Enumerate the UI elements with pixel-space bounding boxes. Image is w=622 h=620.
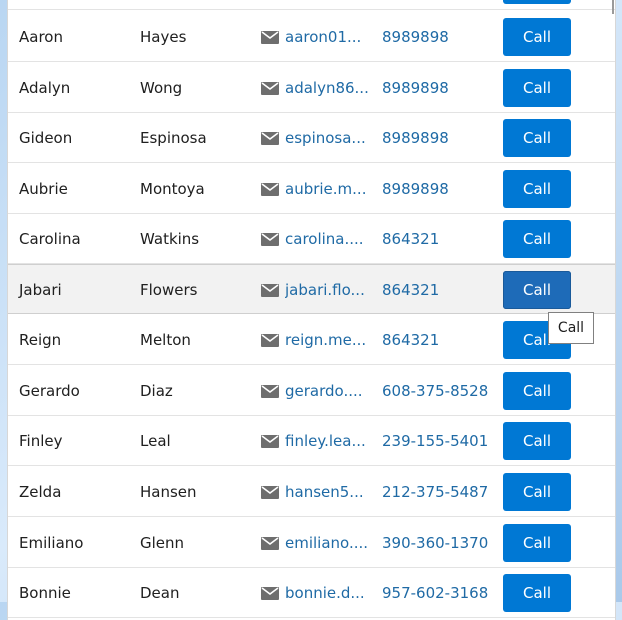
email-link[interactable]: aaron01... [285, 12, 373, 62]
phone-link[interactable]: 8989898 [382, 12, 497, 62]
email-link[interactable]: aubrie.m... [285, 164, 373, 214]
envelope-icon [261, 233, 279, 246]
phone-link[interactable]: 957-602-3168 [382, 568, 497, 618]
envelope-icon [261, 435, 279, 448]
first-name: Jabari [19, 281, 62, 299]
first-name: Reign [19, 331, 62, 349]
call-button[interactable]: Call [503, 0, 571, 4]
call-button[interactable]: Call [503, 119, 571, 157]
envelope-icon [261, 31, 279, 44]
table-row[interactable]: Gideon Espinosa espinosa... 8989898 Call [8, 113, 615, 163]
phone-link[interactable]: 864321 [382, 315, 497, 365]
last-name: Montoya [140, 180, 205, 198]
last-name: Espinosa [140, 129, 207, 147]
envelope-icon [261, 334, 279, 347]
first-name: Carolina [19, 230, 81, 248]
table-row[interactable]: Reign Melton reign.me... 864321 Call [8, 315, 615, 365]
last-name: Melton [140, 331, 191, 349]
call-button[interactable]: Call [503, 422, 571, 460]
call-tooltip: Call [548, 312, 594, 344]
last-name: Flowers [140, 281, 198, 299]
phone-link[interactable]: 608-375-8528 [382, 366, 497, 416]
phone-link[interactable]: 8989898 [382, 63, 497, 113]
first-name: Aubrie [19, 180, 68, 198]
table-row[interactable]: Call [8, 0, 615, 10]
last-name: Dean [140, 584, 180, 602]
table-row[interactable]: Adalyn Wong adalyn86... 8989898 Call [8, 63, 615, 113]
first-name: Aaron [19, 28, 63, 46]
envelope-icon [261, 385, 279, 398]
envelope-icon [261, 132, 279, 145]
last-name: Watkins [140, 230, 200, 248]
email-link[interactable]: adalyn86... [285, 63, 373, 113]
last-name: Glenn [140, 534, 185, 552]
table-row[interactable]: Zelda Hansen hansen5... 212-375-5487 Cal… [8, 467, 615, 517]
last-name: Hayes [140, 28, 187, 46]
table-row[interactable]: Aubrie Montoya aubrie.m... 8989898 Call [8, 164, 615, 214]
email-link[interactable]: reign.me... [285, 315, 373, 365]
email-link[interactable]: gerardo.... [285, 366, 373, 416]
table-row[interactable]: Bonnie Dean bonnie.d... 957-602-3168 Cal… [8, 568, 615, 618]
call-button[interactable]: Call [503, 220, 571, 258]
call-button[interactable]: Call [503, 574, 571, 612]
email-link[interactable]: hansen5... [285, 467, 373, 517]
call-button[interactable]: Call [503, 473, 571, 511]
scrollbar-thumb[interactable] [612, 0, 614, 14]
phone-link[interactable]: 239-155-5401 [382, 416, 497, 466]
table-row[interactable]: Aaron Hayes aaron01... 8989898 Call [8, 12, 615, 62]
first-name: Gerardo [19, 382, 80, 400]
phone-link[interactable]: 390-360-1370 [382, 518, 497, 568]
first-name: Gideon [19, 129, 73, 147]
phone-link[interactable]: 212-375-5487 [382, 467, 497, 517]
last-name: Wong [140, 79, 183, 97]
phone-link[interactable]: 8989898 [382, 113, 497, 163]
table-row[interactable]: Gerardo Diaz gerardo.... 608-375-8528 Ca… [8, 366, 615, 416]
phone-link[interactable]: 864321 [382, 214, 497, 264]
envelope-icon [261, 486, 279, 499]
table-row[interactable]: Emiliano Glenn emiliano.... 390-360-1370… [8, 518, 615, 568]
first-name: Zelda [19, 483, 62, 501]
first-name: Adalyn [19, 79, 71, 97]
email-link[interactable]: finley.lea... [285, 416, 373, 466]
envelope-icon [261, 82, 279, 95]
call-button[interactable]: Call [503, 18, 571, 56]
last-name: Leal [140, 432, 171, 450]
envelope-icon [261, 183, 279, 196]
contacts-list: Call Aaron Hayes aaron01... 8989898 Call… [7, 0, 616, 620]
first-name: Bonnie [19, 584, 71, 602]
envelope-icon [261, 537, 279, 550]
first-name: Finley [19, 432, 63, 450]
last-name: Hansen [140, 483, 197, 501]
call-button[interactable]: Call [503, 271, 571, 309]
envelope-icon [261, 587, 279, 600]
call-button[interactable]: Call [503, 69, 571, 107]
last-name: Diaz [140, 382, 173, 400]
email-link[interactable]: carolina.... [285, 214, 373, 264]
call-button[interactable]: Call [503, 170, 571, 208]
call-button[interactable]: Call [503, 372, 571, 410]
call-button[interactable]: Call [503, 524, 571, 562]
email-link[interactable]: emiliano.... [285, 518, 373, 568]
envelope-icon [261, 284, 279, 297]
email-link[interactable]: jabari.flo... [285, 265, 373, 315]
email-link[interactable]: bonnie.d... [285, 568, 373, 618]
table-row[interactable]: Carolina Watkins carolina.... 864321 Cal… [8, 214, 615, 264]
table-row[interactable]: Finley Leal finley.lea... 239-155-5401 C… [8, 416, 615, 466]
first-name: Emiliano [19, 534, 84, 552]
email-link[interactable]: espinosa... [285, 113, 373, 163]
phone-link[interactable]: 864321 [382, 265, 497, 315]
phone-link[interactable]: 8989898 [382, 164, 497, 214]
table-row-selected[interactable]: Jabari Flowers jabari.flo... 864321 Call [8, 264, 615, 314]
